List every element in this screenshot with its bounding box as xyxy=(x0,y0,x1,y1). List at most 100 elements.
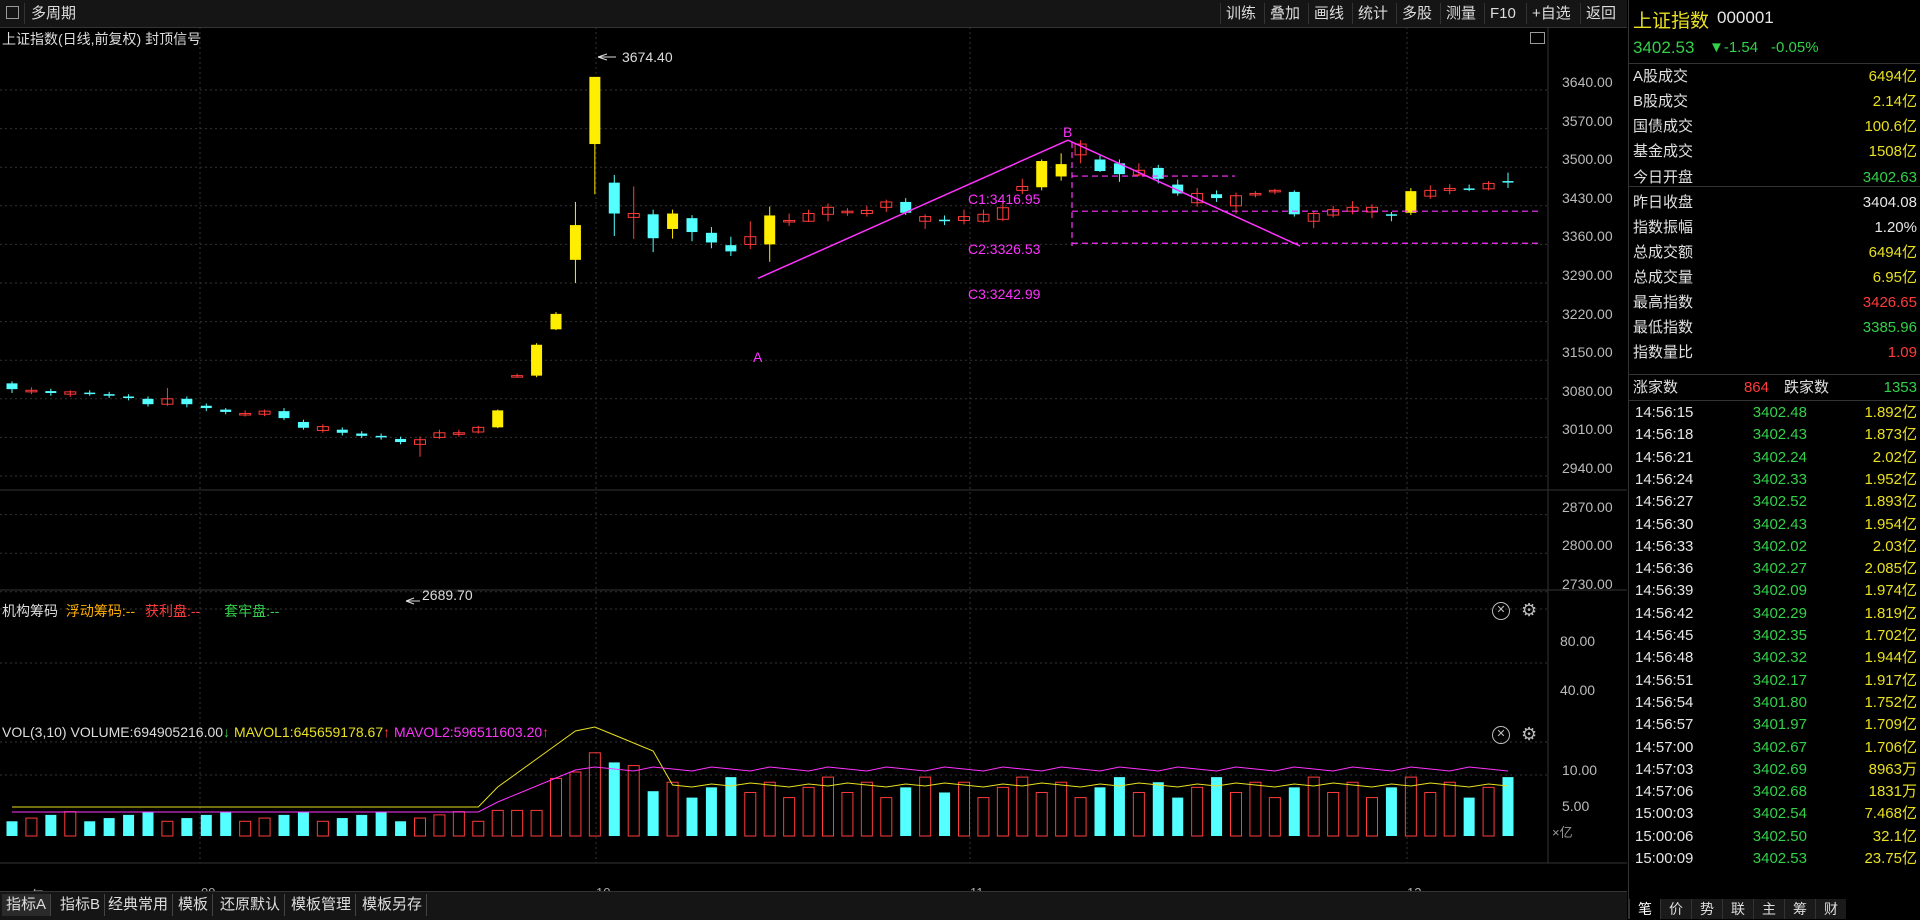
volume-bar xyxy=(627,765,640,837)
back-button[interactable]: 返回 xyxy=(1580,3,1621,24)
period-tab[interactable]: 多周期 xyxy=(24,3,82,24)
up-count-label: 涨家数 xyxy=(1633,379,1679,396)
tab-template-save-as[interactable]: 模板另存 xyxy=(358,894,428,916)
tick-row: 14:56:27 3402.52 1.893亿 xyxy=(1629,491,1920,513)
f10-button[interactable]: F10 xyxy=(1484,3,1521,24)
tick-row: 14:56:57 3401.97 1.709亿 xyxy=(1629,714,1920,736)
tick-time: 15:00:09 xyxy=(1635,850,1694,867)
tab-finance[interactable]: 财 xyxy=(1815,899,1846,919)
high-price-label: 3674.40 xyxy=(622,49,673,65)
train-button[interactable]: 训练 xyxy=(1220,3,1261,24)
float-chip-label: 浮动筹码: xyxy=(65,603,126,619)
volume-bar xyxy=(1327,791,1340,837)
tick-volume: 2.02亿 xyxy=(1872,448,1917,466)
tab-link[interactable]: 联 xyxy=(1722,899,1753,919)
tick-time: 14:56:57 xyxy=(1635,716,1694,734)
tab-restore-default[interactable]: 还原默认 xyxy=(216,894,286,916)
mavol2-line xyxy=(12,766,1509,813)
tab-classic[interactable]: 经典常用 xyxy=(104,894,174,916)
tick-row: 14:57:06 3402.68 1831万 xyxy=(1629,781,1920,803)
volume-bar xyxy=(647,791,659,836)
mavol2-value: MAVOL2:596511603.20 xyxy=(394,724,543,740)
tick-price: 3402.24 xyxy=(1752,448,1807,466)
volume-bar xyxy=(1482,786,1495,837)
mavol1-up-arrow-icon: ↑ xyxy=(383,724,391,740)
volume-bar xyxy=(1132,791,1145,837)
candle-body xyxy=(103,394,115,396)
tab-price[interactable]: 价 xyxy=(1660,899,1691,919)
mavol2-up-arrow-icon: ↑ xyxy=(542,724,550,740)
tab-indicator-b[interactable]: 指标B xyxy=(56,894,106,916)
stat-value: 6494亿 xyxy=(1868,244,1917,261)
price-change: ▼-1.54 xyxy=(1709,39,1759,56)
tab-bi[interactable]: 笔 xyxy=(1629,899,1660,919)
tick-volume: 1.952亿 xyxy=(1864,470,1917,488)
trend-line-down xyxy=(1067,139,1301,247)
chart-area[interactable]: 上证指数(日线,前复权) 封顶信号 3674.40 2689.70 3640.0… xyxy=(0,27,1627,903)
chip-ytick-40: 40.00 xyxy=(1560,682,1596,698)
tick-time: 14:56:45 xyxy=(1635,627,1694,644)
tab-main[interactable]: 主 xyxy=(1753,899,1784,919)
tick-volume: 1.892亿 xyxy=(1864,404,1917,421)
draw-line-button[interactable]: 画线 xyxy=(1308,3,1349,24)
tick-time: 14:56:18 xyxy=(1635,426,1694,444)
low-price-label: 2689.70 xyxy=(422,587,473,603)
volume-settings-gear-icon[interactable]: ⚙ xyxy=(1521,724,1537,745)
down-count-label: 跌家数 xyxy=(1784,379,1830,396)
multi-stock-button[interactable]: 多股 xyxy=(1396,3,1437,24)
volume-bar xyxy=(356,814,368,836)
volume-bar xyxy=(1443,781,1456,837)
tick-volume: 32.1亿 xyxy=(1872,827,1917,845)
chip-title: 机构筹码 xyxy=(2,603,58,619)
tick-price: 3402.67 xyxy=(1752,738,1807,756)
tick-price: 3402.09 xyxy=(1752,582,1807,600)
tick-volume: 8963万 xyxy=(1868,760,1917,778)
candle-body xyxy=(569,225,581,260)
tab-template[interactable]: 模板 xyxy=(174,894,214,916)
current-price: 3402.53 xyxy=(1633,38,1695,57)
tick-price: 3401.80 xyxy=(1752,693,1807,711)
volume-bar xyxy=(530,809,543,837)
tick-volume: 1.706亿 xyxy=(1864,738,1917,756)
indicator-tabs: 指标A 指标B 经典常用 模板 还原默认 模板管理 模板另存 xyxy=(0,891,1627,920)
chip-settings-gear-icon[interactable]: ⚙ xyxy=(1521,600,1537,621)
measure-button[interactable]: 测量 xyxy=(1440,3,1481,24)
volume-bar xyxy=(491,809,504,837)
tab-chips[interactable]: 筹 xyxy=(1784,899,1815,919)
c2-label: C2:3326.53 xyxy=(968,241,1041,257)
tab-indicator-a[interactable]: 指标A xyxy=(2,894,52,916)
tick-price: 3402.43 xyxy=(1752,515,1807,533)
tab-template-manage[interactable]: 模板管理 xyxy=(287,894,357,916)
close-volume-panel-icon[interactable]: ✕ xyxy=(1492,726,1510,744)
kline-chart-svg[interactable] xyxy=(0,27,1627,892)
stat-label: 最高指数 xyxy=(1633,294,1694,311)
stat-row: 最低指数 3385.96 xyxy=(1629,315,1920,340)
candle-body xyxy=(939,219,951,222)
volume-bar xyxy=(64,811,77,837)
tick-price: 3402.52 xyxy=(1752,493,1807,511)
right-panel-tabs: 笔 价 势 联 主 筹 财 xyxy=(1629,899,1920,919)
volume-bar xyxy=(316,820,329,837)
close-chip-panel-icon[interactable]: ✕ xyxy=(1492,602,1510,620)
chart-settings-icon[interactable] xyxy=(1530,32,1545,44)
tick-price: 3402.69 xyxy=(1752,760,1807,778)
volume-bar xyxy=(841,791,854,837)
volume-bar xyxy=(1288,787,1300,836)
high-arrow-icon xyxy=(597,53,616,61)
volume-bar xyxy=(84,821,96,836)
tick-time: 14:56:36 xyxy=(1635,560,1694,578)
tab-trend[interactable]: 势 xyxy=(1691,899,1722,919)
tick-time: 14:56:15 xyxy=(1635,404,1694,421)
candle-body xyxy=(356,433,368,436)
menu-square-icon[interactable] xyxy=(6,6,19,19)
candle-body xyxy=(123,396,135,399)
volume-bar xyxy=(763,781,776,837)
add-watchlist-button[interactable]: +自选 xyxy=(1526,3,1576,24)
vol-unit: ×亿 xyxy=(1552,825,1573,840)
overlay-button[interactable]: 叠加 xyxy=(1264,3,1305,24)
main-chart-header: 上证指数(日线,前复权) 封顶信号 xyxy=(2,31,202,47)
statistics-button[interactable]: 统计 xyxy=(1352,3,1393,24)
volume-bar xyxy=(900,787,912,836)
candle-body xyxy=(492,410,504,428)
price-tick-label: 3500.00 xyxy=(1562,151,1613,168)
